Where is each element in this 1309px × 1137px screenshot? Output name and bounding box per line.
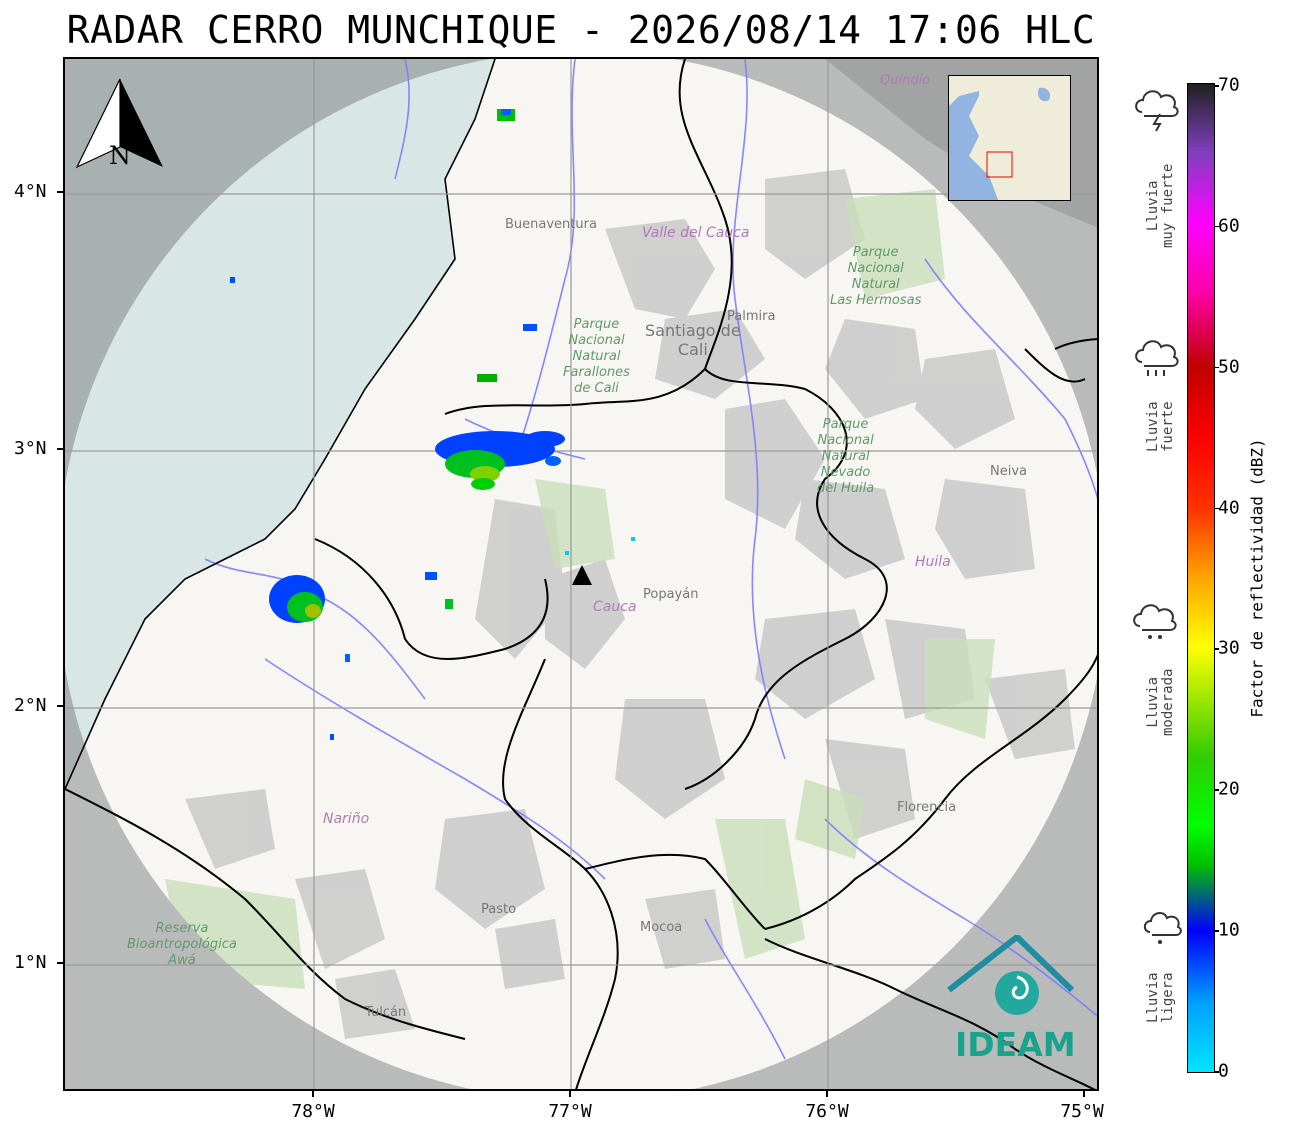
colorbar-tick-label: 10 — [1218, 919, 1240, 941]
place-label-nevado-huila: Parque Nacional Natural Nevado del Huila — [817, 417, 875, 496]
place-label-quindio: Quindío — [880, 73, 931, 88]
place-label-narino: Nariño — [323, 811, 370, 827]
place-label-farallones: Parque Nacional Natural Farallones de Ca… — [563, 317, 630, 396]
north-arrow-label: N — [109, 141, 131, 170]
place-label-pasto: Pasto — [481, 902, 517, 917]
colorbar-tick-label: 30 — [1218, 637, 1240, 659]
place-label-palmira: Palmira — [727, 309, 776, 324]
colorbar-tick-label: 40 — [1218, 497, 1240, 519]
reflectivity-colorbar — [1187, 83, 1215, 1073]
place-label-neiva: Neiva — [990, 464, 1027, 479]
place-label-buenaventura: Buenaventura — [505, 217, 597, 232]
colorbar-tick-label: 70 — [1218, 74, 1240, 96]
colorbar-tick-label: 60 — [1218, 215, 1240, 237]
x-axis-label: 78°W — [291, 1101, 335, 1122]
y-axis-label: 3°N — [14, 438, 47, 459]
colorbar-tick-label: 20 — [1218, 778, 1240, 800]
place-label-mocoa: Mocoa — [640, 920, 683, 935]
x-axis-label: 76°W — [805, 1101, 849, 1122]
place-label-reserva-awa: Reserva Bioantropológica Awá — [127, 921, 237, 968]
rain-category-label: Lluvia moderada — [1145, 668, 1176, 736]
moderate-rain-icon — [1133, 604, 1177, 639]
place-label-valle-del-cauca: Valle del Cauca — [642, 225, 750, 241]
place-label-huila: Huila — [915, 554, 951, 570]
heavy-rain-icon — [1135, 340, 1179, 376]
radar-map[interactable]: Buenaventura Valle del Cauca Quindío Par… — [63, 57, 1099, 1091]
rain-category-label: Lluvia muy fuerte — [1145, 163, 1176, 248]
thunderstorm-icon — [1135, 90, 1179, 132]
y-axis-label: 2°N — [14, 695, 47, 716]
place-label-tulcan: Tulcán — [365, 1005, 407, 1020]
rain-category-label: Lluvia ligera — [1145, 972, 1176, 1023]
rain-category-label: Lluvia fuerte — [1145, 401, 1176, 452]
y-axis-label: 1°N — [14, 952, 47, 973]
colorbar-tick-label: 50 — [1218, 356, 1240, 378]
ideam-logo-icon — [947, 935, 1075, 1015]
colorbar-label: Factor de reflectividad (dBZ) — [1247, 438, 1267, 718]
inset-map-canvas — [949, 76, 1070, 200]
colorbar-tick-label: 0 — [1218, 1060, 1229, 1082]
x-axis-label: 77°W — [548, 1101, 592, 1122]
inset-locator-map[interactable] — [948, 75, 1071, 201]
x-axis-label: 75°W — [1060, 1101, 1104, 1122]
place-label-popayan: Popayán — [643, 587, 699, 602]
place-label-cauca: Cauca — [593, 599, 637, 615]
light-rain-icon — [1143, 912, 1182, 944]
map-title: RADAR CERRO MUNCHIQUE - 2026/08/14 17:06… — [66, 8, 1096, 52]
place-label-florencia: Florencia — [897, 800, 957, 815]
y-axis-label: 4°N — [14, 181, 47, 202]
place-label-las-hermosas: Parque Nacional Natural Las Hermosas — [830, 245, 922, 308]
ideam-logo-text: IDEAM — [955, 1025, 1076, 1064]
place-label-santiago-de-cali: Santiago de Cali — [645, 321, 741, 359]
